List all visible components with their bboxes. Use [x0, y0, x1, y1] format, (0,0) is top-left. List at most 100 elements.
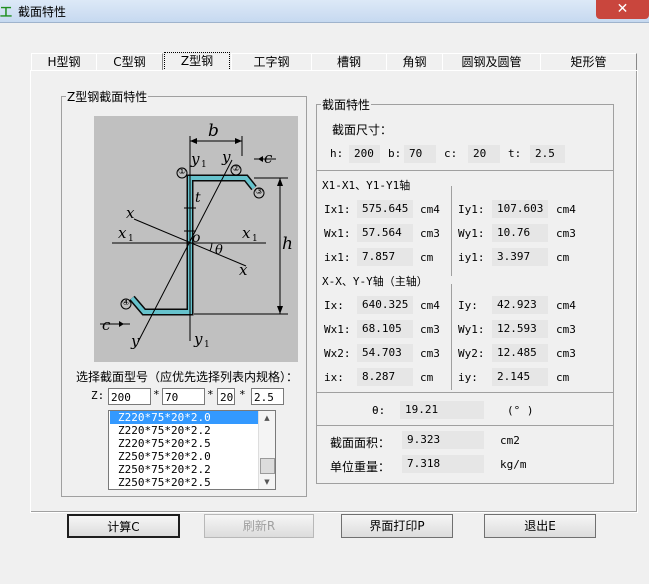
dim-t-label: t: [508, 147, 522, 160]
wy1-main-label: Wy1: [458, 323, 485, 336]
sep-3: * [239, 388, 246, 401]
theta-value: 19.21 [400, 401, 484, 419]
label-x1-right: x [242, 224, 251, 242]
ix-unit: cm4 [420, 299, 440, 312]
label-h: h [282, 234, 293, 254]
exit-button[interactable]: 退出E [484, 514, 596, 538]
tab-angle[interactable]: 角钢 [386, 53, 443, 71]
ix1r-unit: cm [420, 251, 434, 264]
z-section-group-title: Z型钢截面特性 [67, 90, 148, 104]
label-y-bottom: y [131, 332, 140, 350]
label-t: t [195, 190, 201, 206]
wx2-label: Wx2: [324, 347, 351, 360]
section-select-prompt: 选择截面型号（应优先选择列表内规格）： [76, 370, 299, 384]
label-y1-top-sub: 1 [201, 160, 207, 170]
input-h[interactable]: 200 [108, 388, 151, 405]
list-item[interactable]: Z250*75*20*2.0 [110, 450, 260, 463]
weight-label: 单位重量： [330, 460, 391, 474]
label-x1-left: x [118, 224, 127, 242]
list-item[interactable]: Z220*75*20*2.2 [110, 424, 260, 437]
label-circle1: ① [178, 167, 187, 177]
section-listbox[interactable]: Z220*75*20*2.0 Z220*75*20*2.2 Z220*75*20… [108, 410, 276, 490]
calculate-button[interactable]: 计算C [67, 514, 180, 538]
wx2-unit: cm3 [420, 347, 440, 360]
scroll-down-icon[interactable]: ▼ [259, 475, 275, 489]
tab-z-steel[interactable]: Z型钢 [164, 52, 230, 71]
tab-rect-tube[interactable]: 矩形管 [540, 53, 637, 71]
label-c-top: c [264, 149, 273, 167]
ix1r-label: ix1: [324, 251, 351, 264]
ix1-unit: cm4 [420, 203, 440, 216]
input-t[interactable]: 2.5 [251, 388, 284, 405]
section-properties-title: 截面特性 [322, 98, 371, 112]
label-circle3: ③ [255, 187, 264, 197]
refresh-button[interactable]: 刷新R [204, 514, 314, 538]
iy1r-value: 3.397 [492, 248, 548, 266]
dim-t-value: 2.5 [530, 145, 565, 163]
iy1-unit: cm4 [556, 203, 576, 216]
wy2-unit: cm3 [556, 347, 576, 360]
label-o: o [192, 230, 201, 246]
window-title: 截面特性 [18, 5, 67, 19]
tab-round-pipe[interactable]: 圆钢及圆管 [442, 53, 541, 71]
list-item[interactable]: Z220*75*20*2.0 [110, 411, 260, 424]
wx1-label: Wx1: [324, 227, 351, 240]
list-item[interactable]: Z220*75*20*2.5 [110, 437, 260, 450]
wy2-label: Wy2: [458, 347, 485, 360]
wy1-label: Wy1: [458, 227, 485, 240]
wx2-value: 54.703 [357, 344, 413, 362]
tab-channel[interactable]: 槽钢 [311, 53, 387, 71]
input-b[interactable]: 70 [162, 388, 205, 405]
divider [317, 425, 613, 426]
iy1-value: 107.603 [492, 200, 548, 218]
ix-main-label: ix: [324, 371, 344, 384]
weight-unit: kg/m [500, 458, 527, 471]
wy1-value: 10.76 [492, 224, 548, 242]
section-size-label: 截面尺寸： [332, 123, 393, 137]
sep-2: * [207, 388, 214, 401]
wy1-unit: cm3 [556, 227, 576, 240]
iy-value: 42.923 [492, 296, 548, 314]
label-y-top: y [222, 148, 231, 166]
iy1-label: Iy1: [458, 203, 485, 216]
iy-main-label: iy: [458, 371, 478, 384]
label-y1-bottom: y [194, 330, 203, 348]
label-theta: θ [215, 243, 223, 258]
wx1-main-value: 68.105 [357, 320, 413, 338]
ix-main-value: 8.287 [357, 368, 413, 386]
tab-c-steel[interactable]: C型钢 [96, 53, 163, 71]
wx1-unit: cm3 [420, 227, 440, 240]
area-unit: cm2 [500, 434, 520, 447]
label-y1-top: y [191, 150, 200, 168]
label-circle2: ② [232, 164, 241, 174]
tab-i-beam[interactable]: 工字钢 [231, 53, 312, 71]
ix1r-value: 7.857 [357, 248, 413, 266]
label-x1-right-sub: 1 [252, 234, 258, 244]
scroll-thumb[interactable] [260, 458, 275, 474]
axis2-title: X-X、Y-Y轴（主轴） [322, 275, 428, 288]
wy2-value: 12.485 [492, 344, 548, 362]
close-icon: ✕ [616, 1, 629, 17]
z-prefix-label: Z: [91, 389, 105, 402]
tab-h-steel[interactable]: H型钢 [31, 53, 97, 71]
iy-main-value: 2.145 [492, 368, 548, 386]
theta-unit: (° ) [507, 404, 534, 417]
wx1-main-unit: cm3 [420, 323, 440, 336]
app-icon: 工 [0, 5, 13, 19]
label-c-bottom: c [102, 316, 111, 334]
label-b: b [208, 121, 219, 141]
divider [451, 284, 452, 390]
iy-main-unit: cm [556, 371, 570, 384]
iy-unit: cm4 [556, 299, 576, 312]
divider [451, 186, 452, 276]
scroll-up-icon[interactable]: ▲ [259, 411, 275, 425]
dim-b-label: b: [388, 147, 402, 160]
listbox-scrollbar[interactable]: ▲ ▼ [258, 411, 275, 489]
list-item[interactable]: Z250*75*20*2.2 [110, 463, 260, 476]
title-bar: 工 截面特性 ✕ [0, 0, 649, 23]
list-item[interactable]: Z250*75*20*2.5 [110, 476, 260, 489]
input-c[interactable]: 20 [217, 388, 235, 405]
print-button[interactable]: 界面打印P [341, 514, 453, 538]
ix-value: 640.325 [357, 296, 413, 314]
close-button[interactable]: ✕ [596, 0, 649, 19]
